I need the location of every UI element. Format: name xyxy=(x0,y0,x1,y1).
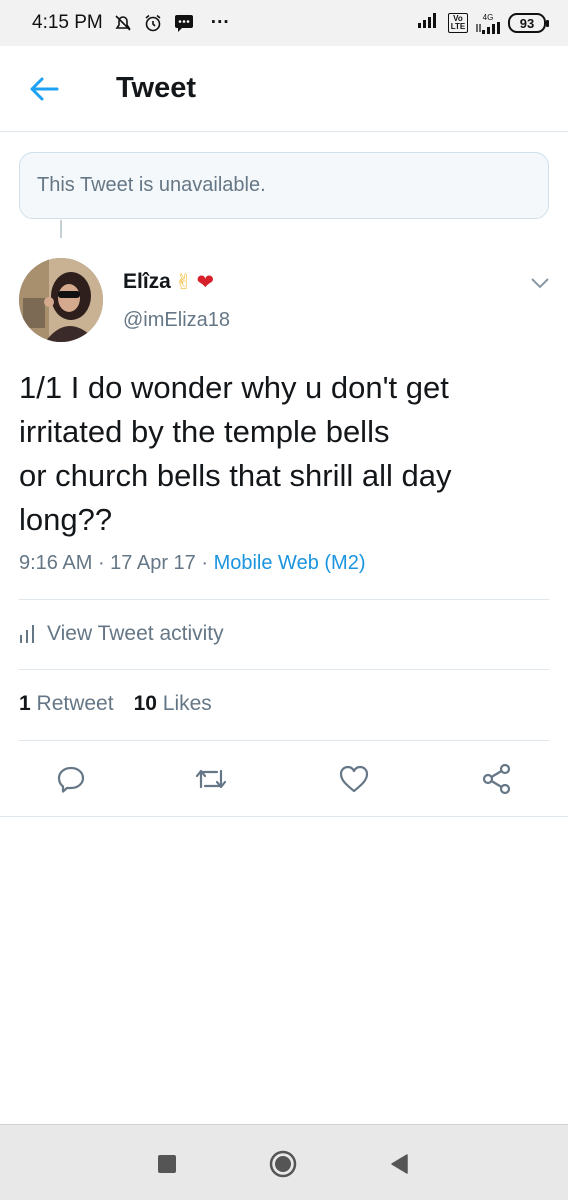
share-button[interactable] xyxy=(480,762,514,796)
likes-label: Likes xyxy=(162,692,212,715)
message-icon xyxy=(173,13,195,33)
author-handle[interactable]: @imEliza18 xyxy=(123,309,230,332)
page-title: Tweet xyxy=(116,72,197,104)
back-arrow-icon xyxy=(30,77,59,101)
mute-icon xyxy=(113,13,133,33)
reply-icon xyxy=(57,766,85,793)
analytics-icon xyxy=(20,625,34,643)
actions-bottom-border xyxy=(0,816,568,817)
meta-separator-2: · xyxy=(195,552,214,574)
back-nav-button[interactable] xyxy=(384,1149,414,1179)
network-indicator: 4G xyxy=(476,13,500,34)
heart-emoji: ❤ xyxy=(196,270,215,294)
chevron-down-icon xyxy=(531,278,549,289)
reply-button[interactable] xyxy=(54,762,88,796)
likes-stat[interactable]: 10 Likes xyxy=(134,692,212,716)
retweets-stat[interactable]: 1 Retweet xyxy=(19,692,114,716)
signal-icon xyxy=(418,12,440,34)
tweet-meta: 9:16 AM · 17 Apr 17 · Mobile Web (M2) xyxy=(19,552,365,575)
recents-button[interactable] xyxy=(152,1149,182,1179)
tweet-options-button[interactable] xyxy=(528,273,552,293)
tweet-time: 9:16 AM xyxy=(19,552,93,574)
tweet-stats: 1 Retweet 10 Likes xyxy=(19,692,212,716)
more-notifications: ··· xyxy=(210,12,230,33)
unavailable-text: This Tweet is unavailable. xyxy=(37,174,266,196)
tweet-actions xyxy=(0,740,568,816)
back-button[interactable] xyxy=(26,74,62,104)
likes-count: 10 xyxy=(133,692,157,715)
divider xyxy=(19,669,549,670)
retweet-icon xyxy=(195,769,227,789)
retweets-label: Retweet xyxy=(36,692,114,715)
victory-hand-emoji: ✌ xyxy=(174,270,193,294)
status-time: 4:15 PM xyxy=(32,12,103,33)
tweet-text: 1/1 I do wonder why u don't get irritate… xyxy=(19,370,452,537)
volte-icon: Vo LTE xyxy=(448,13,468,33)
square-icon xyxy=(158,1155,176,1173)
unavailable-tweet-notice: This Tweet is unavailable. xyxy=(19,152,549,219)
meta-separator: · xyxy=(92,552,111,574)
view-activity-label: View Tweet activity xyxy=(47,622,224,645)
tweet-source-link[interactable]: Mobile Web (M2) xyxy=(214,552,366,574)
triangle-back-icon xyxy=(391,1154,408,1174)
alarm-icon xyxy=(143,13,163,33)
avatar[interactable] xyxy=(19,258,103,342)
thread-connector xyxy=(60,220,62,238)
tweet-header: Tweet xyxy=(0,46,568,132)
like-button[interactable] xyxy=(337,762,371,796)
author-name[interactable]: Elîza ✌ ❤ xyxy=(123,270,214,294)
battery-icon: 93 xyxy=(508,13,549,33)
view-activity-button[interactable]: View Tweet activity xyxy=(19,622,224,646)
divider xyxy=(19,599,549,600)
home-button[interactable] xyxy=(268,1149,298,1179)
share-icon xyxy=(482,763,511,795)
twitter-tweet-screen: 4:15 PM ··· Vo LTE 4G 93 Tweet This Twee… xyxy=(0,0,568,1200)
tweet-date[interactable]: 17 Apr 17 xyxy=(110,552,196,574)
retweet-button[interactable] xyxy=(194,762,228,796)
heart-icon xyxy=(339,765,369,793)
retweets-count: 1 xyxy=(19,692,31,715)
system-nav-bar xyxy=(0,1124,568,1200)
status-bar: 4:15 PM ··· Vo LTE 4G 93 xyxy=(0,0,568,46)
author-name-text: Elîza xyxy=(123,270,171,293)
home-circle-icon xyxy=(269,1150,297,1178)
